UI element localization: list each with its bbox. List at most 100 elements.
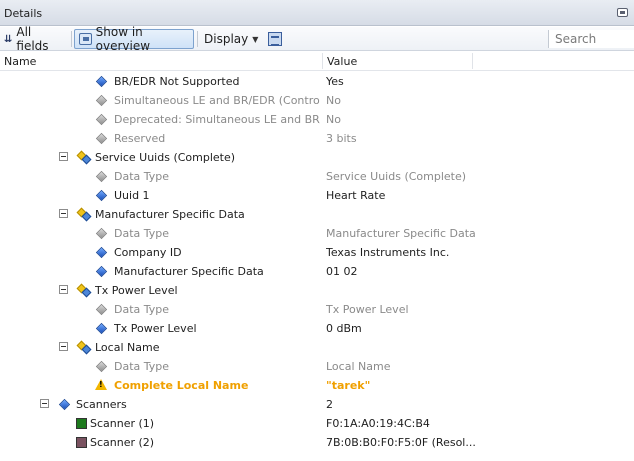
tree-row[interactable]: Uuid 1 Heart Rate bbox=[0, 186, 634, 205]
row-value: Local Name bbox=[326, 360, 391, 373]
warning-icon bbox=[95, 379, 107, 390]
tree-row[interactable]: Data Type Local Name bbox=[0, 357, 634, 376]
column-header: Name Value bbox=[0, 51, 634, 71]
group-field-icon bbox=[76, 283, 92, 298]
tree-row[interactable]: Deprecated: Simultaneous LE and BR/E... … bbox=[0, 110, 634, 129]
row-name: Manufacturer Specific Data bbox=[114, 265, 264, 278]
field-diamond-icon bbox=[95, 132, 108, 145]
row-value: No bbox=[326, 94, 341, 107]
details-panel-header: Details bbox=[0, 0, 634, 26]
group-field-icon bbox=[76, 150, 92, 165]
display-label: Display bbox=[204, 32, 249, 46]
tree-row[interactable]: Data Type Manufacturer Specific Data bbox=[0, 224, 634, 243]
row-name: Data Type bbox=[114, 360, 170, 373]
field-diamond-icon bbox=[95, 227, 108, 240]
row-name: Data Type bbox=[114, 170, 170, 183]
tree-row[interactable]: Scanner (2) 7B:0B:B0:F0:F5:0F (Resol... bbox=[0, 433, 634, 452]
field-diamond-icon bbox=[95, 113, 108, 126]
show-in-overview-label: Show in overview bbox=[95, 25, 151, 53]
tree-row[interactable]: Data Type Service Uuids (Complete) bbox=[0, 167, 634, 186]
row-name: Scanners bbox=[76, 398, 127, 411]
row-name: Data Type bbox=[114, 227, 170, 240]
row-value: Manufacturer Specific Data bbox=[326, 227, 476, 240]
row-name: Scanner (2) bbox=[90, 436, 155, 449]
row-value: Service Uuids (Complete) bbox=[326, 170, 467, 183]
tree-row-group[interactable]: Scanners 2 bbox=[0, 395, 634, 414]
row-name: Tx Power Level bbox=[114, 322, 197, 335]
collapse-toggle-icon[interactable] bbox=[59, 285, 68, 294]
field-diamond-icon bbox=[95, 360, 108, 373]
double-chevron-down-icon: ⇊ bbox=[4, 33, 13, 45]
row-name: Company ID bbox=[114, 246, 182, 259]
group-field-icon bbox=[76, 207, 92, 222]
row-name: Service Uuids (Complete) bbox=[95, 151, 236, 164]
all-fields-label: All fields bbox=[16, 25, 49, 53]
tree-row[interactable]: Scanner (1) F0:1A:A0:19:4C:B4 bbox=[0, 414, 634, 433]
row-value: 01 02 bbox=[326, 265, 358, 278]
collapse-toggle-icon[interactable] bbox=[40, 399, 49, 408]
row-name: Scanner (1) bbox=[90, 417, 155, 430]
collapse-toggle-icon[interactable] bbox=[59, 152, 68, 161]
tree-row[interactable]: Tx Power Level 0 dBm bbox=[0, 319, 634, 338]
tree-row-warning[interactable]: Complete Local Name "tarek" bbox=[0, 376, 634, 395]
collapse-toggle-icon[interactable] bbox=[59, 209, 68, 218]
tree-row-group[interactable]: Local Name bbox=[0, 338, 634, 357]
search-input[interactable] bbox=[548, 30, 634, 48]
row-value: 3 bits bbox=[326, 132, 357, 145]
row-name: Data Type bbox=[114, 303, 170, 316]
show-in-overview-button[interactable]: Show in overview bbox=[74, 25, 194, 53]
field-diamond-icon bbox=[95, 303, 108, 316]
column-divider[interactable] bbox=[472, 53, 473, 69]
row-name: Complete Local Name bbox=[114, 379, 249, 392]
toolbar: ⇊ All fields Show in overview Display ▼ bbox=[0, 25, 634, 53]
caret-down-icon: ▼ bbox=[252, 34, 259, 44]
tree-row[interactable]: Company ID Texas Instruments Inc. bbox=[0, 243, 634, 262]
row-name: Reserved bbox=[114, 132, 166, 145]
field-diamond-icon bbox=[95, 189, 108, 202]
row-name: Manufacturer Specific Data bbox=[95, 208, 245, 221]
overview-icon bbox=[79, 33, 92, 45]
field-diamond-icon bbox=[58, 398, 71, 411]
row-value: F0:1A:A0:19:4C:B4 bbox=[326, 417, 430, 430]
row-value: Tx Power Level bbox=[326, 303, 409, 316]
export-icon bbox=[268, 32, 282, 46]
toolbar-separator bbox=[71, 31, 72, 47]
toolbar-separator bbox=[197, 31, 198, 47]
field-diamond-icon bbox=[95, 170, 108, 183]
tree-row-group[interactable]: Manufacturer Specific Data bbox=[0, 205, 634, 224]
export-button[interactable] bbox=[263, 29, 287, 49]
tree-row-group[interactable]: Tx Power Level bbox=[0, 281, 634, 300]
tree-row[interactable]: Data Type Tx Power Level bbox=[0, 300, 634, 319]
row-value: Texas Instruments Inc. bbox=[326, 246, 450, 259]
field-diamond-icon bbox=[95, 265, 108, 278]
tree-row[interactable]: Reserved 3 bits bbox=[0, 129, 634, 148]
tree-row-group[interactable]: Service Uuids (Complete) bbox=[0, 148, 634, 167]
column-divider[interactable] bbox=[322, 53, 323, 69]
panel-menu-icon[interactable] bbox=[617, 8, 628, 17]
collapse-toggle-icon[interactable] bbox=[59, 342, 68, 351]
field-diamond-icon bbox=[95, 75, 108, 88]
name-column-header[interactable]: Name bbox=[4, 55, 36, 68]
row-name: Deprecated: Simultaneous LE and BR/E... bbox=[114, 113, 320, 126]
group-warning-icon bbox=[76, 340, 92, 355]
tree-row[interactable]: Manufacturer Specific Data 01 02 bbox=[0, 262, 634, 281]
row-value: No bbox=[326, 113, 341, 126]
row-value: Yes bbox=[326, 75, 344, 88]
tree-row[interactable]: BR/EDR Not Supported Yes bbox=[0, 72, 634, 91]
scanner-color-swatch bbox=[76, 437, 87, 448]
field-diamond-icon bbox=[95, 94, 108, 107]
row-value: 0 dBm bbox=[326, 322, 362, 335]
row-name: Tx Power Level bbox=[95, 284, 178, 297]
display-dropdown[interactable]: Display ▼ bbox=[200, 29, 260, 49]
field-diamond-icon bbox=[95, 246, 108, 259]
row-value: 7B:0B:B0:F0:F5:0F (Resol... bbox=[326, 436, 476, 449]
value-column-header[interactable]: Value bbox=[327, 55, 357, 68]
row-name: Local Name bbox=[95, 341, 160, 354]
field-diamond-icon bbox=[95, 322, 108, 335]
row-name: Simultaneous LE and BR/EDR (Controller) bbox=[114, 94, 320, 107]
scanner-color-swatch bbox=[76, 418, 87, 429]
tree-row[interactable]: Simultaneous LE and BR/EDR (Controller) … bbox=[0, 91, 634, 110]
row-value: 2 bbox=[326, 398, 333, 411]
row-name: Uuid 1 bbox=[114, 189, 150, 202]
all-fields-button[interactable]: ⇊ All fields bbox=[0, 25, 68, 53]
